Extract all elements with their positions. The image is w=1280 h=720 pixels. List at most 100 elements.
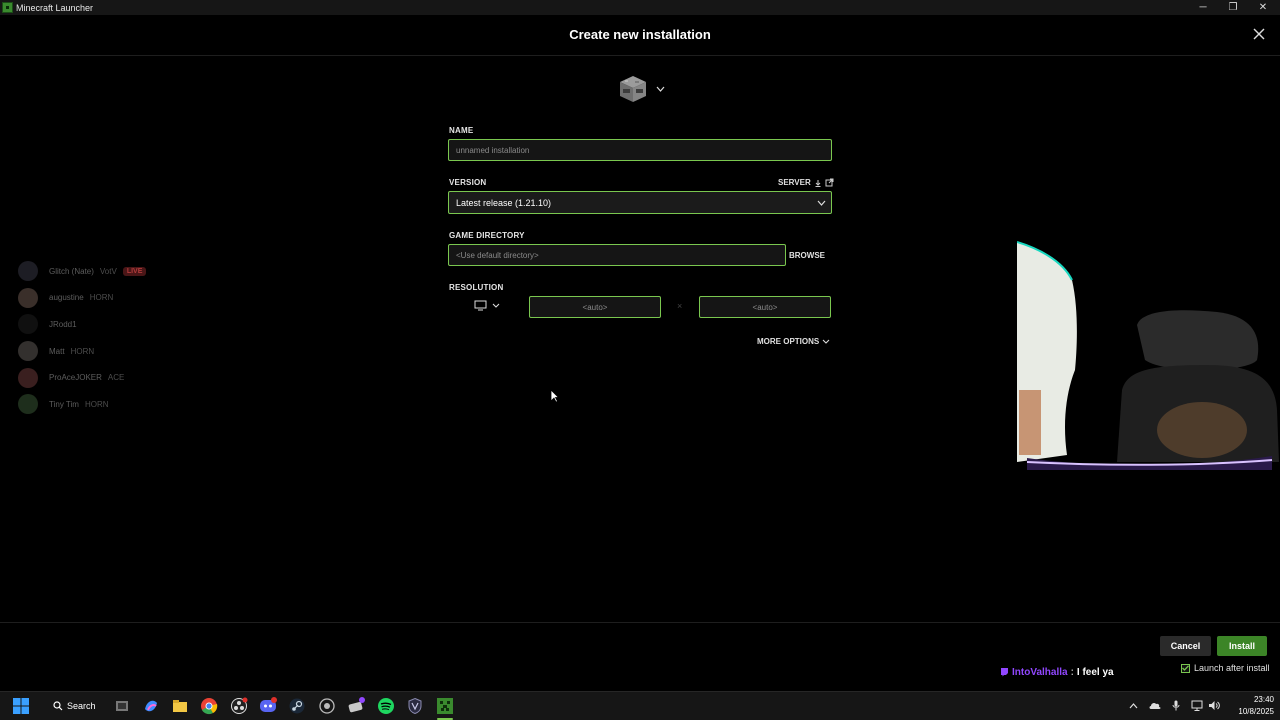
install-button[interactable]: Install [1217,636,1267,656]
live-badge: LIVE [122,266,147,276]
chat-message: IntoValhalla : I feel ya [1000,667,1114,678]
resolution-label: RESOLUTION [449,283,504,292]
webcam-overlay [1017,240,1280,470]
user-name: Glitch (Nate) [49,266,94,276]
microphone-icon[interactable] [1172,700,1180,711]
discord-icon[interactable] [259,697,277,715]
avatar [18,287,38,308]
taskbar-search-button[interactable]: Search [44,697,100,715]
checkmark-icon [1182,665,1189,671]
network-icon[interactable] [1191,700,1203,711]
avatar [18,314,38,335]
chevron-down-icon [817,200,826,206]
clock-date: 10/8/2025 [1238,707,1274,716]
user-name: JRodd1 [49,319,77,329]
server-link[interactable]: SERVER [778,178,834,187]
more-options-label: MORE OPTIONS [757,337,820,346]
list-item: augustine HORN [18,285,146,312]
onedrive-icon[interactable] [1149,701,1161,710]
status-badge: HORN [89,293,114,303]
version-label: VERSION [449,178,487,187]
copilot-icon[interactable] [142,697,160,715]
spotify-icon[interactable] [377,697,395,715]
status-badge: HORN [84,399,109,409]
launch-after-install-label: Launch after install [1194,663,1270,673]
taskbar-clock[interactable]: 23:40 10/8/2025 [1224,694,1274,718]
cancel-button[interactable]: Cancel [1160,636,1211,656]
user-name: ProAceJOKER [49,373,102,383]
webcam-image [1017,240,1280,470]
monitor-icon [474,300,487,311]
avatar [18,367,38,388]
download-icon [815,179,821,187]
app-icon[interactable] [347,697,365,715]
window-title: Minecraft Launcher [16,2,94,13]
game-directory-label: GAME DIRECTORY [449,231,525,240]
version-select[interactable]: Latest release (1.21.10) [448,191,832,214]
list-item: Tiny Tim HORN [18,391,146,418]
close-icon[interactable] [1252,27,1266,41]
resolution-preset-dropdown[interactable] [474,300,500,311]
chevron-down-icon [492,303,500,308]
name-input[interactable]: unnamed installation [448,139,832,161]
avatar [18,261,38,282]
windows-start-icon[interactable] [12,697,30,715]
version-select-value: Latest release (1.21.10) [456,197,552,208]
search-icon [53,701,63,711]
user-name: Tiny Tim [49,399,79,409]
status-badge: HORN [70,346,95,356]
app-icon[interactable] [318,697,336,715]
minecraft-launcher-icon[interactable] [436,697,454,715]
list-item: Glitch (Nate) VotV LIVE [18,258,147,285]
list-item: JRodd1 [18,311,146,338]
avatar [18,394,38,415]
name-label: NAME [449,126,474,135]
file-explorer-icon[interactable] [171,697,189,715]
browse-button[interactable]: BROWSE [789,251,825,260]
list-item: ProAceJOKER ACE [18,364,146,391]
window-close-button[interactable]: ✕ [1248,0,1278,15]
clock-time: 23:40 [1253,695,1274,704]
volume-icon[interactable] [1208,700,1220,711]
dialog-header: Create new installation [0,15,1280,56]
shield-icon[interactable] [406,697,424,715]
list-item: Matt HORN [18,338,146,365]
resolution-separator: × [677,301,683,311]
search-label: Search [67,701,96,711]
twitch-icon [1001,668,1008,677]
task-view-icon[interactable] [113,697,131,715]
voice-channel-overlay: Glitch (Nate) VotV LIVE augustine HORN J… [18,258,147,418]
launch-after-install-checkbox[interactable] [1181,663,1190,673]
furnace-block-icon [620,76,646,102]
minimize-button[interactable]: ─ [1188,0,1218,15]
mouse-cursor-icon [550,389,559,403]
status-badge: ACE [107,373,125,383]
taskbar: Search 23:40 10/8/2025 [0,691,1280,720]
chevron-down-icon [822,339,830,344]
external-link-icon [825,178,834,187]
game-directory-input[interactable]: <Use default directory> [448,244,786,266]
status-badge: VotV [99,266,117,276]
chevron-up-icon[interactable] [1129,702,1138,709]
resolution-width-input[interactable]: <auto> [529,296,661,318]
avatar [18,341,38,362]
chrome-icon[interactable] [200,697,218,715]
resolution-height-input[interactable]: <auto> [699,296,831,318]
more-options-button[interactable]: MORE OPTIONS [757,337,830,346]
maximize-button[interactable]: ❐ [1218,0,1248,15]
window-titlebar: Minecraft Launcher ─ ❐ ✕ [0,0,1280,15]
dialog-title: Create new installation [569,27,711,42]
steam-icon[interactable] [288,697,306,715]
minecraft-launcher-icon [2,2,13,13]
dialog-footer [0,622,1280,691]
user-name: augustine [49,293,84,303]
chevron-down-icon [656,86,665,92]
obs-icon[interactable] [230,697,248,715]
chat-text: I feel ya [1076,667,1114,678]
chat-separator: : [1070,667,1074,678]
installation-icon-picker[interactable] [618,74,665,104]
launch-after-install-option[interactable]: Launch after install [1181,663,1270,673]
server-link-label: SERVER [778,178,811,187]
chat-username: IntoValhalla [1012,667,1068,678]
user-name: Matt [49,346,65,356]
